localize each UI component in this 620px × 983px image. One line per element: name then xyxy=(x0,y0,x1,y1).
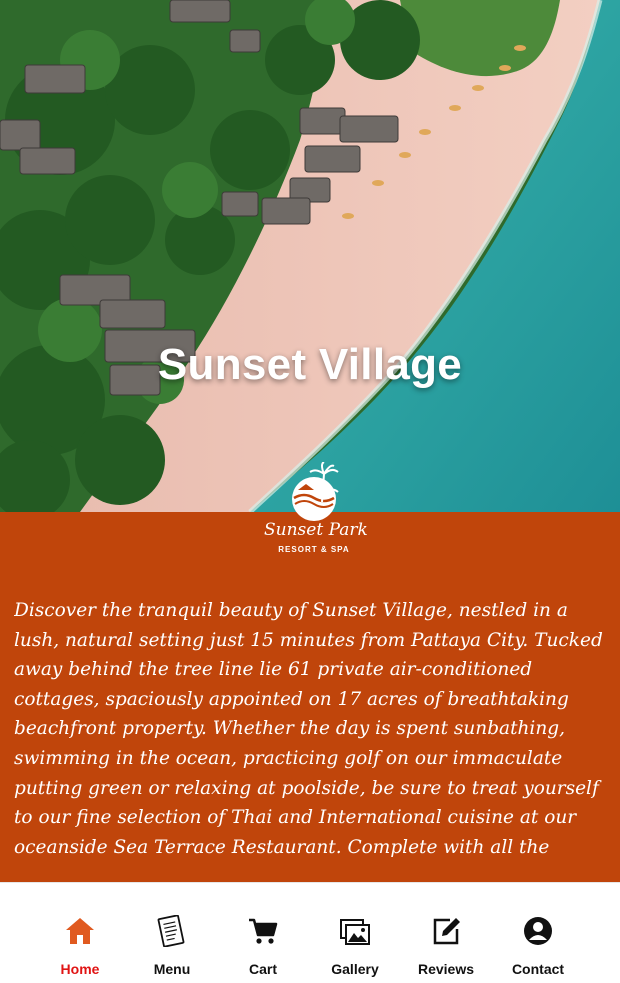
nav-cart-label: Cart xyxy=(248,961,277,977)
nav-home[interactable]: Home xyxy=(34,883,126,983)
cart-icon xyxy=(249,918,278,944)
contact-icon xyxy=(524,917,552,945)
nav-contact-label: Contact xyxy=(511,961,565,977)
resort-logo: Sunset Park RESORT & SPA xyxy=(264,462,368,562)
gallery-icon xyxy=(340,919,370,945)
nav-menu[interactable]: Menu xyxy=(126,883,218,983)
hero-banner: Sunset Village xyxy=(0,0,620,512)
nav-menu-label: Menu xyxy=(153,961,191,977)
edit-icon xyxy=(433,918,460,945)
nav-cart[interactable]: Cart xyxy=(217,883,309,983)
home-icon xyxy=(66,918,94,944)
menu-book-icon xyxy=(157,915,185,947)
content-section: Discover the tranquil beauty of Sunset V… xyxy=(0,512,620,882)
nav-gallery[interactable]: Gallery xyxy=(309,883,401,983)
nav-reviews-label: Reviews xyxy=(417,961,475,977)
nav-contact[interactable]: Contact xyxy=(492,883,584,983)
bottom-navigation: Home Menu Cart Gallery Reviews Contact xyxy=(0,882,620,983)
nav-reviews[interactable]: Reviews xyxy=(400,883,492,983)
logo-subtitle: RESORT & SPA xyxy=(278,545,350,554)
logo-name: Sunset Park xyxy=(264,520,368,540)
hero-beach-image xyxy=(0,0,620,512)
sun-palm-icon xyxy=(292,462,339,521)
nav-gallery-label: Gallery xyxy=(331,961,379,977)
nav-home-label: Home xyxy=(60,961,100,977)
hero-title: Sunset Village xyxy=(157,340,463,389)
description-text: Discover the tranquil beauty of Sunset V… xyxy=(14,600,603,858)
